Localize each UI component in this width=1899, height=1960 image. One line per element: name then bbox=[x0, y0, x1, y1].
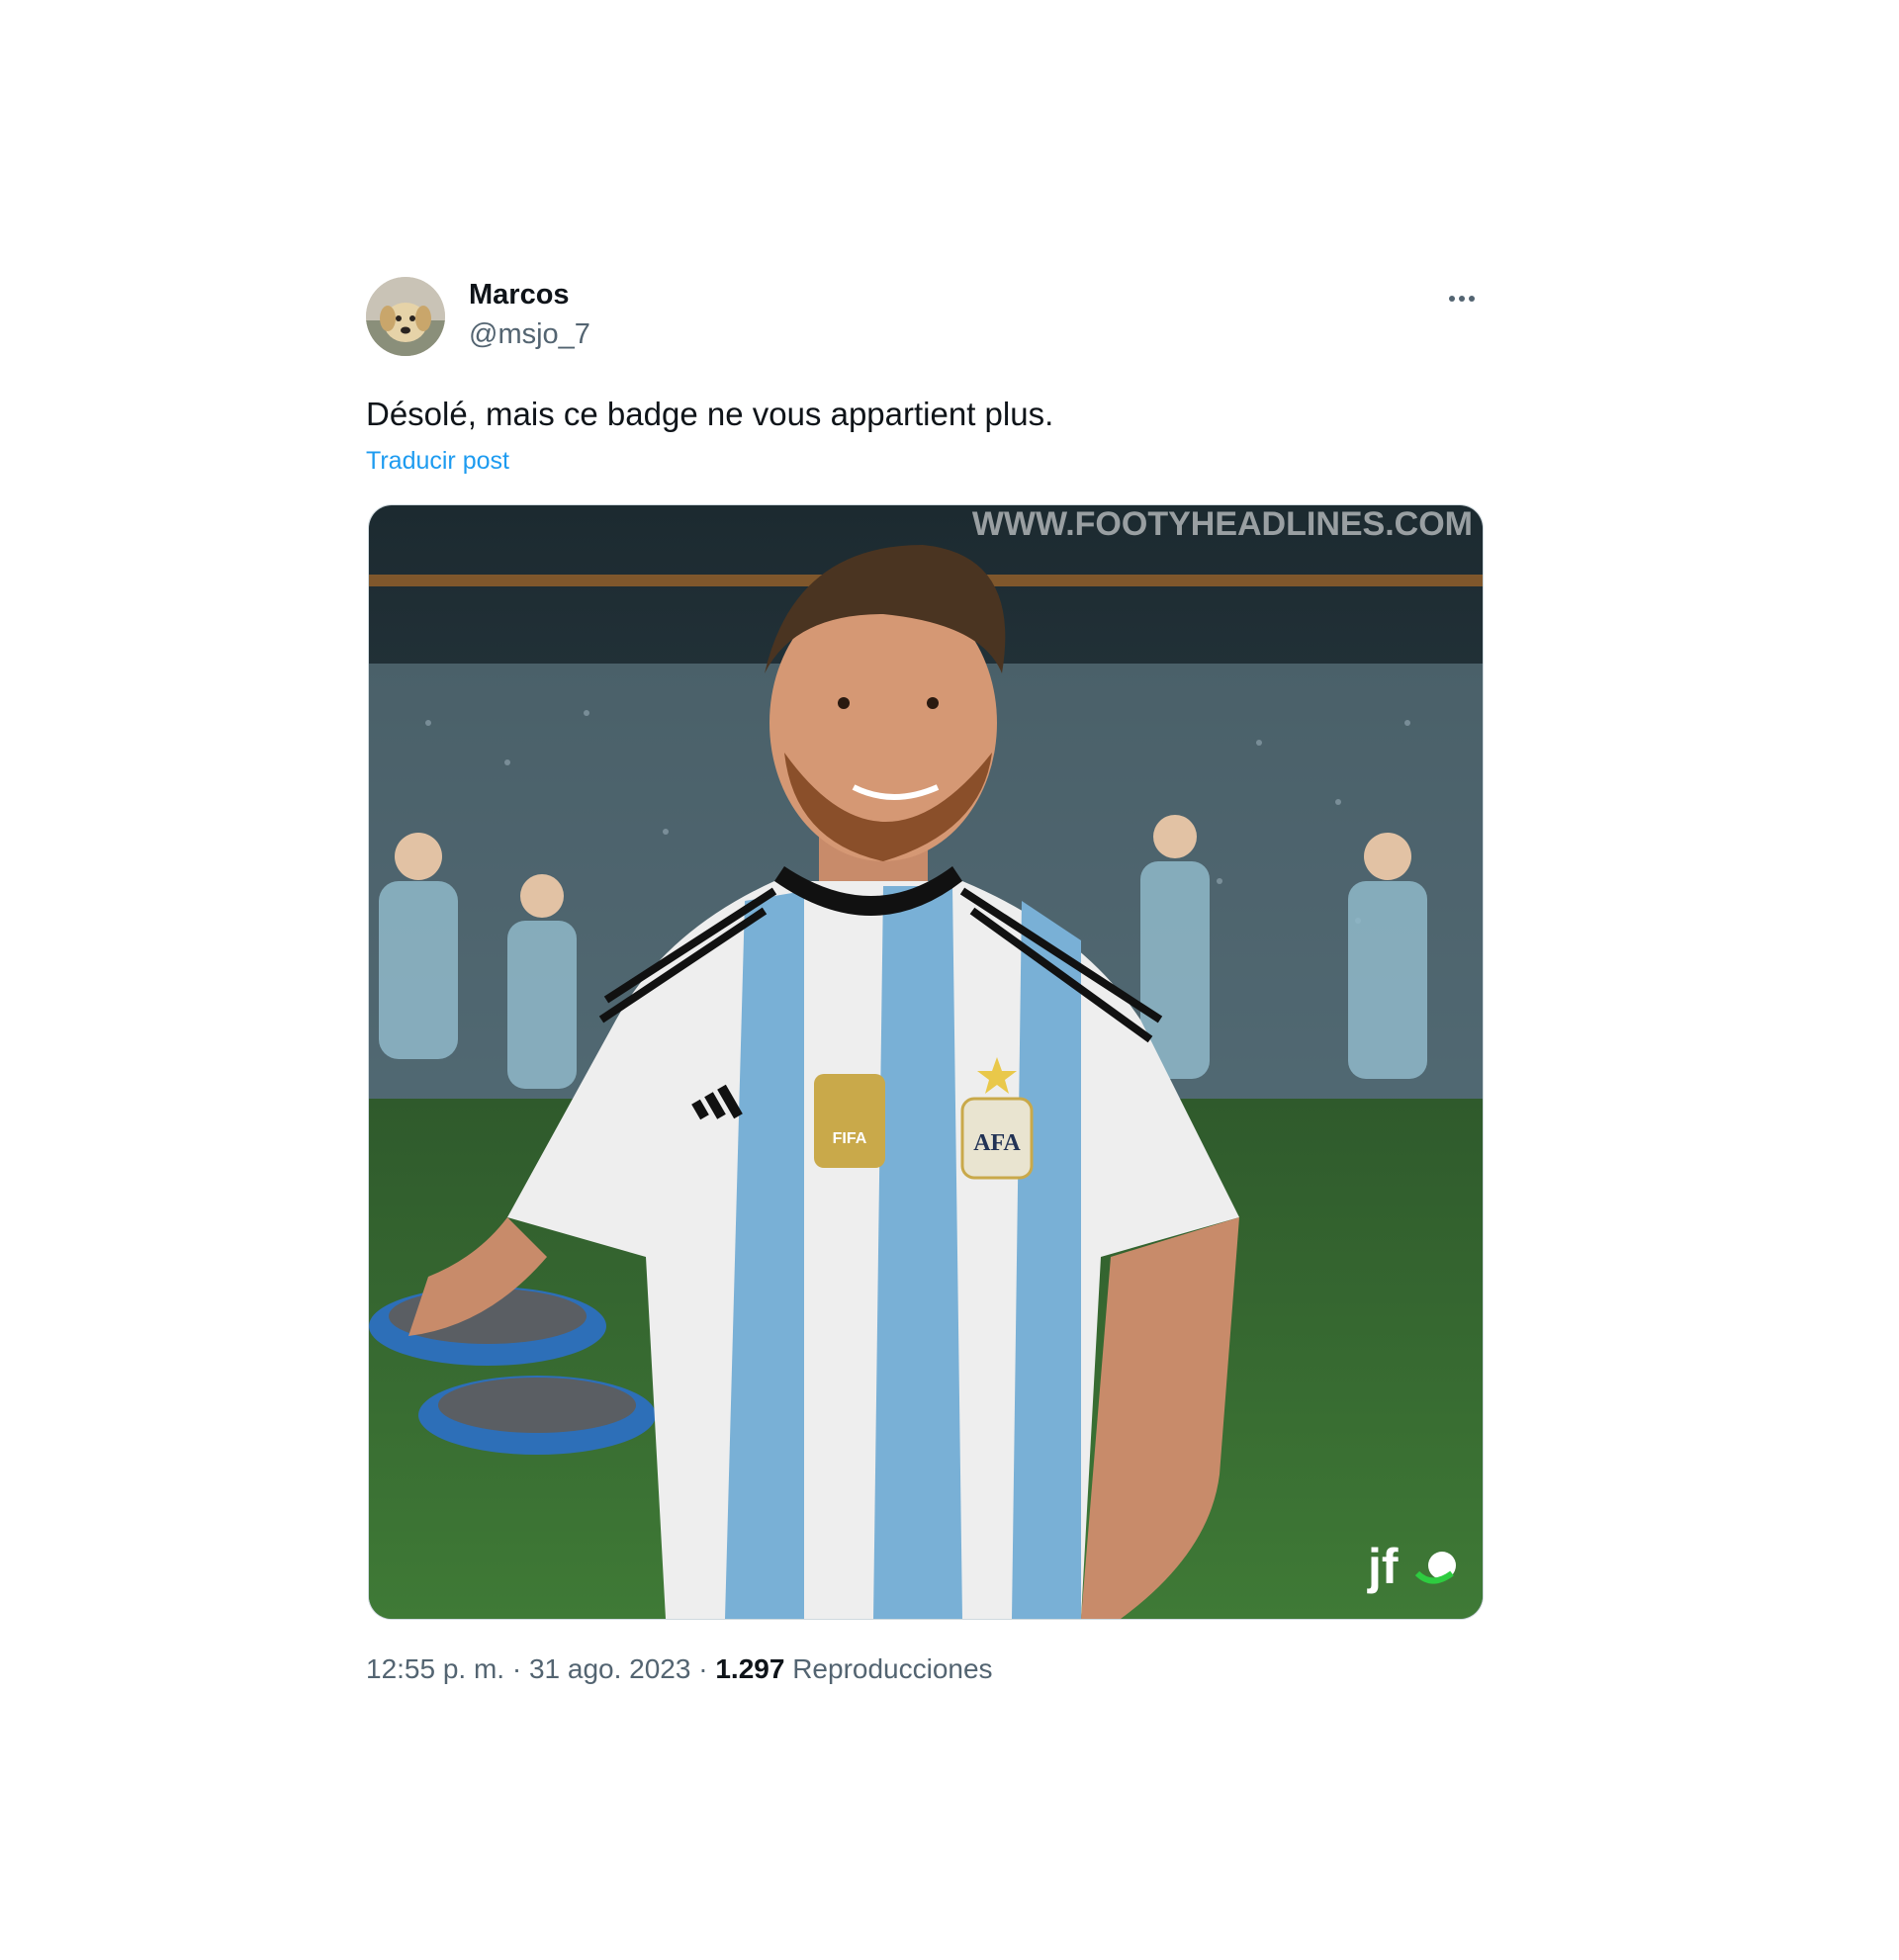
watermark-text: WWW.FOOTYHEADLINES.COM bbox=[972, 505, 1473, 543]
post-meta: 12:55 p. m. · 31 ago. 2023 · 1.297 Repro… bbox=[366, 1653, 993, 1685]
timestamp[interactable]: 12:55 p. m. · 31 ago. 2023 · bbox=[366, 1653, 715, 1684]
views-label: Reproducciones bbox=[784, 1653, 993, 1684]
author-name[interactable]: Marcos bbox=[469, 279, 570, 312]
translate-post-link[interactable]: Traducir post bbox=[366, 447, 509, 476]
photo-illustration: FIFA AFA WWW.FOOTYHEADLINES.COM jf bbox=[369, 505, 1483, 1619]
afa-crest-text: AFA bbox=[973, 1130, 1021, 1156]
fifa-badge-text: FIFA bbox=[833, 1130, 867, 1147]
avatar[interactable] bbox=[366, 277, 445, 356]
views-count: 1.297 bbox=[715, 1653, 785, 1684]
more-horizontal-icon[interactable] bbox=[1440, 277, 1484, 320]
corner-logo-text: jf bbox=[1367, 1539, 1399, 1594]
post-image[interactable]: FIFA AFA WWW.FOOTYHEADLINES.COM jf bbox=[368, 504, 1484, 1620]
post-text: Désolé, mais ce badge ne vous appartient… bbox=[366, 396, 1054, 432]
dog-avatar-image bbox=[366, 277, 445, 356]
author-handle[interactable]: @msjo_7 bbox=[469, 318, 590, 351]
